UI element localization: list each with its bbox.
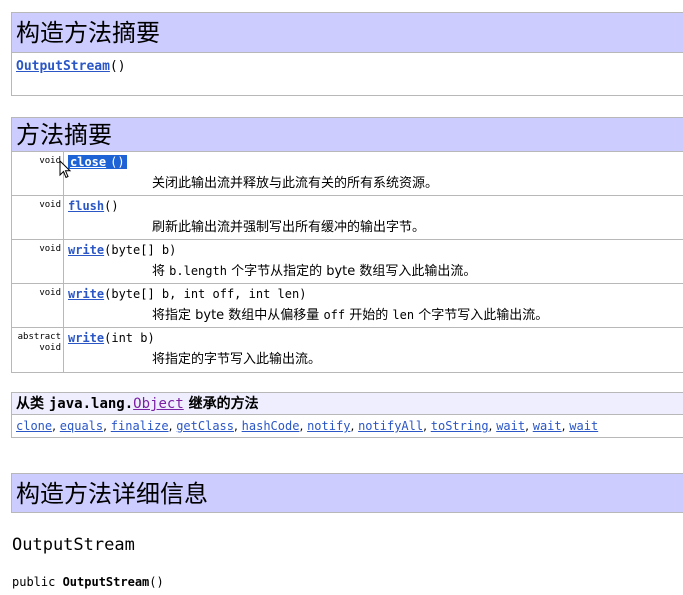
inherited-method-link[interactable]: toString — [431, 419, 489, 433]
method-params: () — [104, 199, 119, 213]
inherited-method-link[interactable]: getClass — [176, 419, 234, 433]
inherited-methods-table: 从类 java.lang.Object 继承的方法 clone, equals,… — [11, 392, 683, 438]
constructor-link-outputstream[interactable]: OutputStream — [16, 59, 110, 74]
method-params: (int b) — [104, 331, 155, 345]
method-row-write-offset: void write(byte[] b, int off, int len) 将… — [12, 284, 683, 328]
method-description: 将指定 byte 数组中从偏移量 off 开始的 len 个字节写入此输出流。 — [152, 308, 549, 323]
inherited-method-link[interactable]: hashCode — [242, 419, 300, 433]
method-return-type: abstract void — [12, 328, 64, 372]
inherited-method-link[interactable]: notifyAll — [358, 419, 423, 433]
method-description: 关闭此输出流并释放与此流有关的所有系统资源。 — [152, 176, 439, 191]
method-params: (byte[] b) — [104, 243, 177, 257]
method-description: 将 b.length 个字节从指定的 byte 数组写入此输出流。 — [152, 264, 477, 279]
inherited-methods-title: 从类 java.lang.Object 继承的方法 — [12, 393, 683, 415]
method-row-write-bytes: void write(byte[] b) 将 b.length 个字节从指定的 … — [12, 240, 683, 284]
inherited-method-link[interactable]: finalize — [111, 419, 169, 433]
method-summary-table: 方法摘要 void close() 关闭此输出流并释放与此流有关的所有系统资源。… — [11, 117, 683, 373]
method-return-type: void — [12, 196, 64, 239]
constructor-summary-title: 构造方法摘要 — [12, 13, 683, 53]
method-link-flush[interactable]: flush — [68, 199, 104, 213]
method-return-type: void — [12, 240, 64, 283]
inherited-method-link[interactable]: wait — [496, 419, 525, 433]
constructor-summary-row: OutputStream() — [12, 53, 683, 74]
method-row-flush: void flush() 刷新此输出流并强制写出所有缓冲的输出字节。 — [12, 196, 683, 240]
method-link-close[interactable]: close — [68, 155, 109, 169]
method-row-write-int: abstract void write(int b) 将指定的字节写入此输出流。 — [12, 328, 683, 372]
constructor-summary-table: 构造方法摘要 OutputStream() — [11, 12, 683, 96]
inherited-methods-list: clone, equals, finalize, getClass, hashC… — [16, 419, 599, 433]
constructor-detail-name: OutputStream — [12, 535, 135, 555]
method-description: 刷新此输出流并强制写出所有缓冲的输出字节。 — [152, 220, 426, 235]
method-summary-title: 方法摘要 — [12, 118, 683, 152]
method-row-close: void close() 关闭此输出流并释放与此流有关的所有系统资源。 — [12, 152, 683, 196]
inherited-method-link[interactable]: equals — [60, 419, 103, 433]
method-return-type: void — [12, 284, 64, 327]
inherited-method-link[interactable]: wait — [569, 419, 598, 433]
inherited-method-link[interactable]: wait — [533, 419, 562, 433]
method-link-write[interactable]: write — [68, 243, 104, 257]
constructor-detail-title: 构造方法详细信息 — [11, 473, 683, 513]
inherited-method-link[interactable]: notify — [307, 419, 350, 433]
method-return-type: void — [12, 152, 64, 195]
method-params: () — [108, 155, 127, 169]
mouse-cursor-icon — [59, 160, 72, 179]
method-link-write[interactable]: write — [68, 287, 104, 301]
method-params: (byte[] b, int off, int len) — [104, 287, 307, 301]
method-description: 将指定的字节写入此输出流。 — [152, 352, 322, 367]
object-class-link[interactable]: Object — [133, 396, 184, 412]
constructor-detail-signature: public OutputStream() — [12, 575, 164, 589]
inherited-method-link[interactable]: clone — [16, 419, 52, 433]
method-link-write[interactable]: write — [68, 331, 104, 345]
constructor-params: () — [109, 59, 126, 74]
